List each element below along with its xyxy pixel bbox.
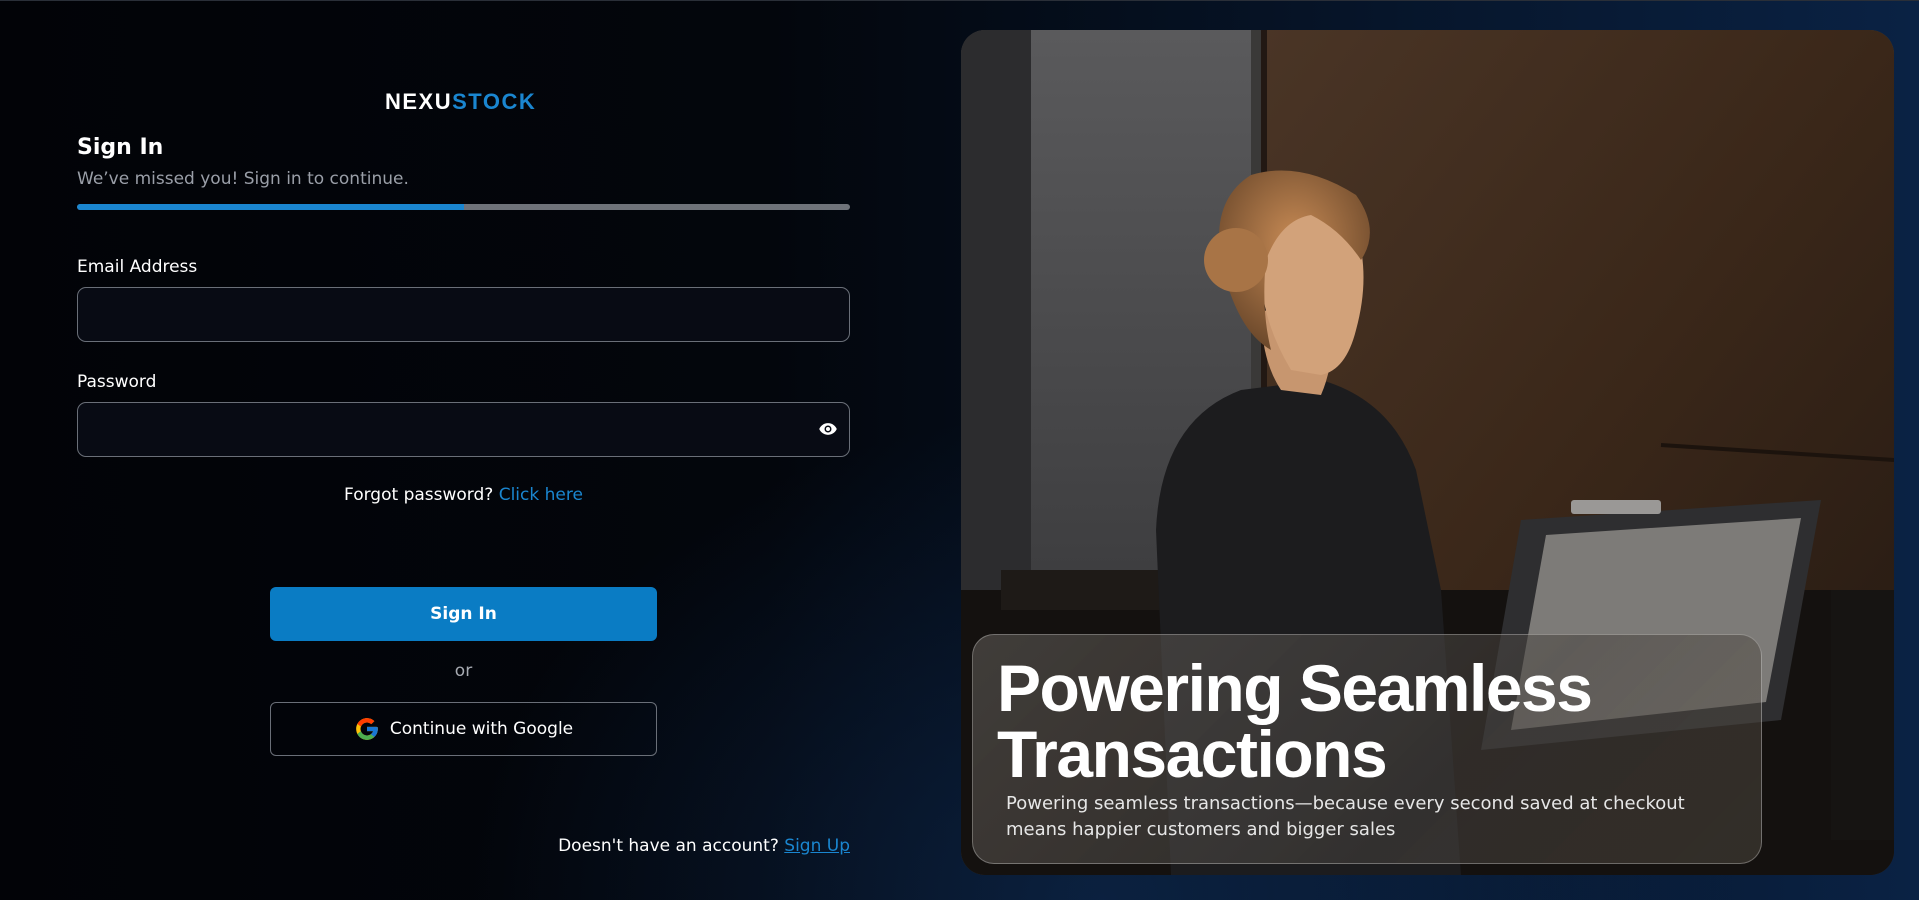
logo-part-1: NEXU [385,89,453,114]
hero-caption-card: Powering Seamless Transactions Powering … [972,634,1762,864]
hero-description: Powering seamless transactions—because e… [1006,793,1685,840]
email-label: Email Address [77,257,198,277]
forgot-password-row: Forgot password? Click here [0,485,927,505]
or-divider: or [454,661,473,681]
google-button-label: Continue with Google [389,719,574,739]
forgot-password-text: Forgot password? [344,485,494,505]
forgot-password-link[interactable]: Click here [499,485,583,505]
google-logo-icon [356,718,378,740]
email-field[interactable] [77,287,850,342]
password-field[interactable] [77,402,850,457]
eye-icon[interactable] [817,419,839,439]
brand-logo: NEXUSTOCK [385,89,536,115]
logo-part-2: STOCK [452,89,537,114]
password-label: Password [77,372,157,392]
step-progress-bar [77,204,850,210]
signup-row: Doesn't have an account? Sign Up [430,836,850,856]
page-title: Sign In [77,135,164,160]
continue-with-google-button[interactable]: Continue with Google [270,702,657,756]
page-subtitle: We’ve missed you! Sign in to continue. [77,169,409,189]
signin-page: NEXUSTOCK Sign In We’ve missed you! Sign… [0,0,1919,900]
sign-in-button[interactable]: Sign In [270,587,657,641]
sign-up-link[interactable]: Sign Up [784,836,850,856]
hero-title: Powering Seamless Transactions [997,651,1593,791]
progress-fill [77,204,464,210]
signup-text: Doesn't have an account? [558,836,779,856]
